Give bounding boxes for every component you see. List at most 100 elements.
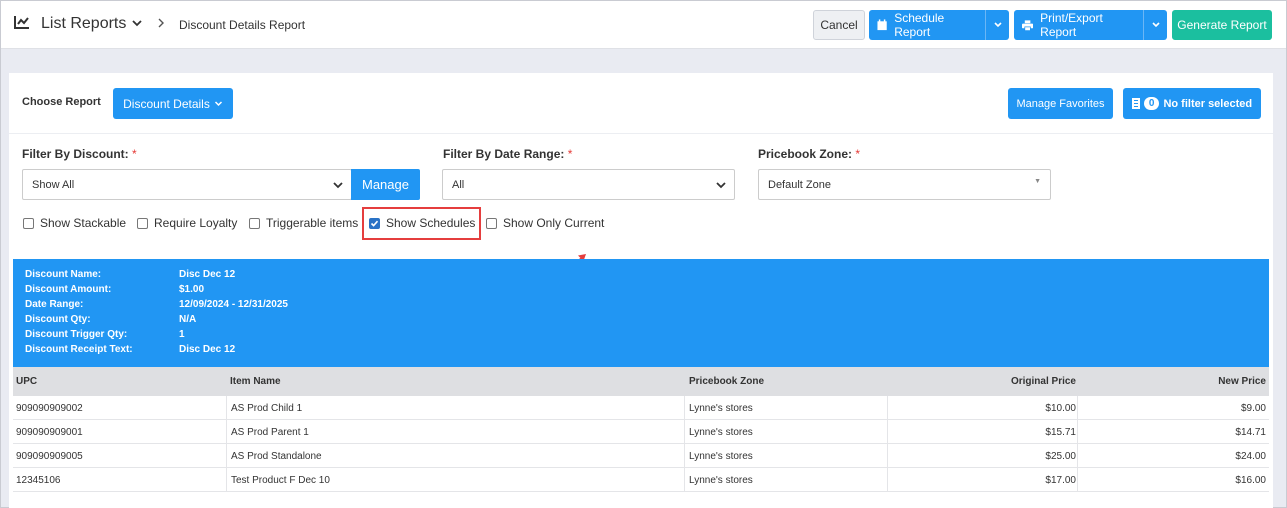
filter-discount-select[interactable]: Show All (22, 169, 352, 200)
info-value: $1.00 (179, 284, 205, 295)
cell-item-name: AS Prod Parent 1 (231, 427, 309, 438)
print-export-button[interactable]: Print/Export Report (1014, 10, 1167, 40)
cell-original-price: $17.00 (1045, 475, 1076, 486)
cell-divider (684, 396, 685, 420)
show-only-current-checkbox[interactable]: Show Only Current (486, 216, 604, 230)
cell-divider (226, 468, 227, 492)
cell-original-price: $15.71 (1045, 427, 1076, 438)
cell-divider (1077, 444, 1078, 468)
print-export-dropdown[interactable] (1143, 10, 1167, 40)
chevron-right-icon (158, 18, 164, 28)
checkbox-label: Triggerable items (266, 216, 359, 230)
chevron-down-icon (1151, 22, 1160, 28)
chevron-down-icon[interactable] (130, 16, 144, 30)
col-item-name[interactable]: Item Name (230, 376, 281, 387)
cell-divider (1077, 420, 1078, 444)
cell-original-price: $10.00 (1045, 403, 1076, 414)
chevron-down-icon (333, 182, 343, 189)
col-pricebook-zone[interactable]: Pricebook Zone (689, 376, 764, 387)
highlight-box (362, 207, 481, 240)
checkbox-label: Show Only Current (503, 216, 605, 230)
cell-item-name: AS Prod Standalone (231, 451, 322, 462)
schedule-report-button[interactable]: Schedule Report (869, 10, 1009, 40)
cancel-button[interactable]: Cancel (813, 10, 865, 40)
info-label: Discount Amount: (25, 284, 112, 295)
filter-discount-label: Filter By Discount: * (22, 147, 137, 161)
cell-zone: Lynne's stores (689, 427, 753, 438)
cell-divider (684, 444, 685, 468)
checkbox-box[interactable] (486, 217, 497, 229)
breadcrumb: Discount Details Report (179, 18, 306, 32)
print-export-main[interactable]: Print/Export Report (1014, 10, 1143, 40)
cell-divider (684, 420, 685, 444)
filter-discount-label-text: Filter By Discount: (22, 147, 129, 161)
checkbox-label: Show Stackable (40, 216, 127, 230)
cell-item-name: Test Product F Dec 10 (231, 475, 330, 486)
pricebook-zone-value: Default Zone (768, 178, 831, 191)
filter-count-badge: 0 (1143, 97, 1160, 110)
info-value: 12/09/2024 - 12/31/2025 (179, 299, 288, 310)
filter-date-select[interactable]: All (442, 169, 735, 200)
page-title: List Reports (41, 15, 127, 32)
pricebook-zone-label-text: Pricebook Zone: (758, 147, 853, 161)
report-table: UPC Item Name Pricebook Zone Original Pr… (13, 367, 1269, 492)
manage-favorites-button[interactable]: Manage Favorites (1008, 88, 1113, 119)
table-row[interactable]: 909090909001 AS Prod Parent 1 Lynne's st… (13, 420, 1269, 444)
cell-new-price: $16.00 (1235, 475, 1266, 486)
calendar-icon (877, 19, 887, 31)
manage-discount-button[interactable]: Manage (351, 169, 420, 200)
cell-divider (684, 468, 685, 492)
col-new-price[interactable]: New Price (1218, 376, 1266, 387)
cell-divider (887, 444, 888, 468)
caret-down-icon: ▼ (1034, 178, 1041, 185)
table-row[interactable]: 909090909005 AS Prod Standalone Lynne's … (13, 444, 1269, 468)
cell-divider (887, 396, 888, 420)
cell-divider (226, 420, 227, 444)
col-upc[interactable]: UPC (16, 376, 37, 387)
schedule-report-label: Schedule Report (894, 11, 945, 39)
checkbox-box[interactable] (249, 217, 260, 229)
cell-zone: Lynne's stores (689, 451, 753, 462)
filter-discount-value: Show All (32, 178, 75, 191)
required-marker: * (567, 147, 573, 161)
cell-new-price: $24.00 (1235, 451, 1266, 462)
checkbox-label: Require Loyalty (154, 216, 238, 230)
info-label: Discount Name: (25, 269, 102, 280)
cell-new-price: $9.00 (1240, 403, 1266, 414)
cell-upc: 909090909001 (16, 427, 83, 438)
table-row[interactable]: 909090909002 AS Prod Child 1 Lynne's sto… (13, 396, 1269, 420)
cell-divider (887, 420, 888, 444)
require-loyalty-checkbox[interactable]: Require Loyalty (137, 216, 237, 230)
schedule-report-dropdown[interactable] (985, 10, 1009, 40)
triggerable-items-checkbox[interactable]: Triggerable items (249, 216, 358, 230)
info-value: Disc Dec 12 (179, 344, 236, 355)
print-export-label: Print/Export Report (1040, 11, 1103, 39)
cell-divider (1077, 468, 1078, 492)
pricebook-zone-select[interactable]: Default Zone ▼ (758, 169, 1051, 200)
filter-status-button[interactable]: 0 No filter selected (1123, 88, 1261, 119)
cell-divider (226, 396, 227, 420)
filter-status-label: No filter selected (1163, 97, 1253, 110)
generate-report-button[interactable]: Generate Report (1172, 10, 1272, 40)
info-label: Date Range: (25, 299, 84, 310)
info-value: N/A (179, 314, 197, 325)
cell-original-price: $25.00 (1045, 451, 1076, 462)
top-bar: List Reports Discount Details Report Can… (1, 1, 1286, 49)
schedule-report-main[interactable]: Schedule Report (869, 10, 985, 40)
checkbox-box[interactable] (137, 217, 148, 229)
col-original-price[interactable]: Original Price (1011, 376, 1076, 387)
chevron-down-icon (993, 22, 1002, 28)
cell-upc: 12345106 (16, 475, 61, 486)
checkbox-box[interactable] (23, 217, 34, 229)
table-row[interactable]: 12345106 Test Product F Dec 10 Lynne's s… (13, 468, 1269, 492)
cell-divider (887, 468, 888, 492)
cell-upc: 909090909005 (16, 451, 83, 462)
info-label: Discount Receipt Text: (25, 344, 133, 355)
required-marker: * (132, 147, 137, 161)
chevron-down-icon (716, 182, 726, 189)
cell-item-name: AS Prod Child 1 (231, 403, 303, 414)
filter-date-label: Filter By Date Range: * (443, 147, 572, 161)
choose-report-dropdown[interactable]: Discount Details (113, 88, 233, 119)
show-stackable-checkbox[interactable]: Show Stackable (23, 216, 126, 230)
choose-report-label: Choose Report (22, 96, 101, 108)
